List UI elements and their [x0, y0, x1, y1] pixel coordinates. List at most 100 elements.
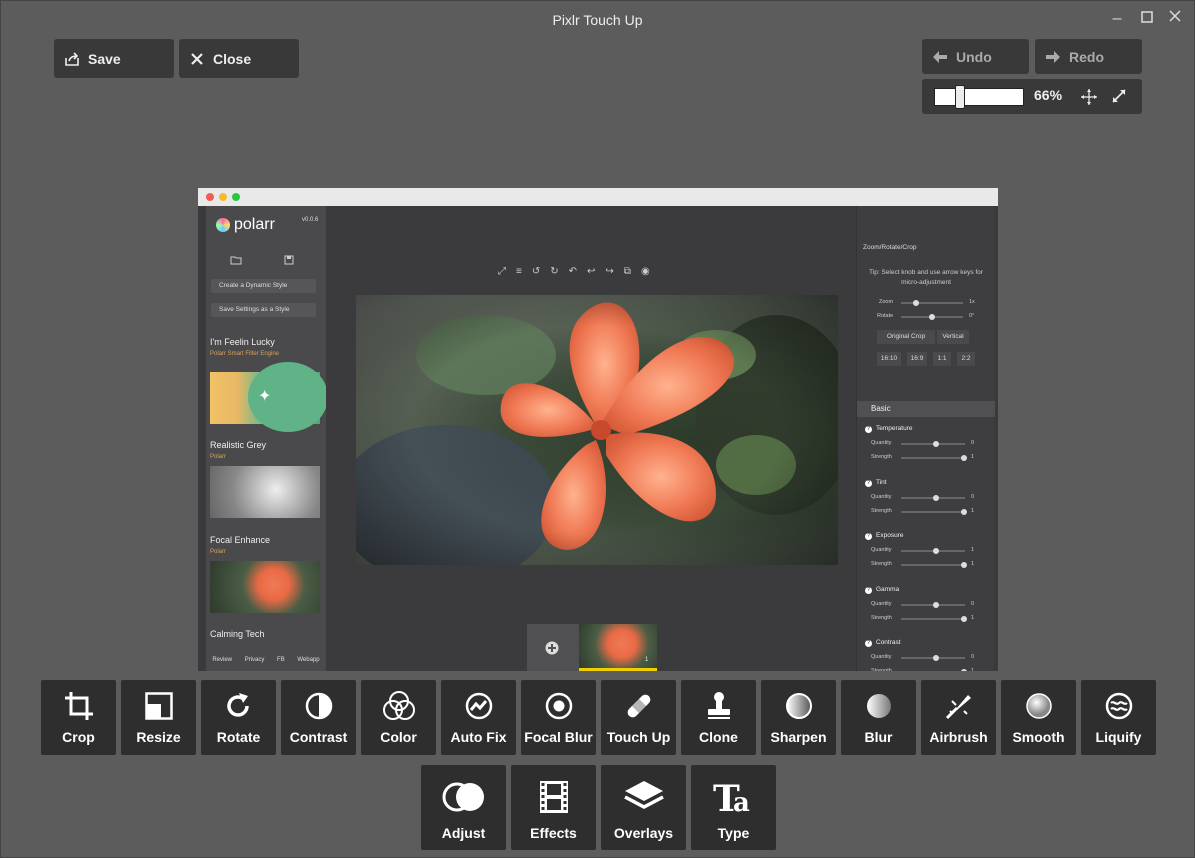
tool-liquify[interactable]: Liquify: [1081, 680, 1156, 755]
section-name: Gamma: [876, 585, 900, 593]
ratio-chip: 16:10: [877, 352, 901, 366]
zoom-slider-knob[interactable]: [955, 85, 965, 109]
rp-zoom-knob: [913, 300, 919, 306]
category-overlays[interactable]: Overlays: [601, 765, 686, 850]
tool-auto-fix[interactable]: Auto Fix: [441, 680, 516, 755]
tool-label: Rotate: [216, 729, 261, 745]
strength-label: Strength: [871, 561, 892, 567]
strength-knob: [961, 615, 967, 622]
sharpen-icon: [782, 689, 816, 723]
film-thumbnail: [579, 624, 657, 671]
category-label: Overlays: [613, 825, 674, 841]
add-photo-icon: [545, 641, 559, 660]
tool-label: Sharpen: [770, 729, 827, 745]
tool-label: Focal Blur: [524, 729, 593, 745]
zoom-panel: 66%: [922, 79, 1142, 114]
fit-screen-icon[interactable]: [1079, 87, 1099, 112]
film-icon: [532, 777, 576, 817]
tool-clone[interactable]: Clone: [681, 680, 756, 755]
undo-all-icon: ↶: [568, 266, 578, 277]
film-count: 1: [645, 657, 649, 663]
image-canvas[interactable]: polarr v0.0.6 Create a Dynamic Style Sav…: [198, 188, 998, 671]
quantity-value: 0: [971, 440, 975, 446]
help-icon: ?: [865, 479, 872, 487]
undo-button[interactable]: Undo: [922, 39, 1029, 74]
polarr-logo: polarr: [216, 216, 275, 234]
polarr-right-panel: Zoom/Rotate/Crop Tip: Select knob and us…: [856, 206, 995, 671]
vertical-chip: Vertical: [937, 330, 969, 344]
airbrush-icon: [942, 689, 976, 723]
tool-label: Auto Fix: [450, 729, 507, 745]
tool-touch-up[interactable]: Touch Up: [601, 680, 676, 755]
ratio-chip: 2:2: [957, 352, 975, 366]
polarr-left-panel: polarr v0.0.6 Create a Dynamic Style Sav…: [206, 206, 328, 671]
align-icon: ≡: [516, 266, 522, 277]
tool-sharpen[interactable]: Sharpen: [761, 680, 836, 755]
strength-knob: [961, 669, 967, 671]
tool-smooth[interactable]: Smooth: [1001, 680, 1076, 755]
category-adjust[interactable]: Adjust: [421, 765, 506, 850]
quantity-label: Quantity: [871, 600, 892, 607]
version-label: v0.0.6: [302, 217, 319, 223]
tool-label: Crop: [62, 729, 95, 745]
basic-section-header: Basic: [857, 401, 995, 417]
tool-resize[interactable]: Resize: [121, 680, 196, 755]
save-label: Save: [88, 50, 121, 67]
smooth-icon: [1022, 689, 1056, 723]
strength-label: Strength: [871, 614, 892, 621]
quantity-label: Quantity: [871, 547, 892, 553]
strength-value: 1: [971, 454, 975, 460]
category-type[interactable]: Ta Type: [691, 765, 776, 850]
magic-wand-icon: ✦: [258, 388, 272, 405]
lucky-thumbnail: ✦: [210, 362, 328, 432]
maximize-icon[interactable]: [1137, 9, 1157, 29]
mac-titlebar: [198, 188, 998, 206]
strength-track: [901, 617, 965, 620]
fullscreen-icon[interactable]: [1110, 87, 1128, 110]
tool-focal-blur[interactable]: Focal Blur: [521, 680, 596, 755]
create-style-button: Create a Dynamic Style: [211, 279, 316, 293]
style-subtitle: Polarr: [210, 454, 227, 460]
redo-button[interactable]: Redo: [1035, 39, 1142, 74]
footer-link: Privacy: [244, 657, 265, 663]
folder-icon: [230, 252, 242, 270]
tool-crop[interactable]: Crop: [41, 680, 116, 755]
category-row: Adjust Effects Overlays Ta Type: [421, 765, 776, 850]
zoom-slider[interactable]: [934, 85, 1024, 109]
resize-icon: [142, 689, 176, 723]
footer-link: Webapp: [297, 657, 320, 663]
strength-value: 1: [971, 507, 975, 514]
help-icon: ?: [865, 533, 872, 540]
quantity-label: Quantity: [871, 440, 892, 446]
category-label: Effects: [530, 825, 577, 841]
minimize-icon[interactable]: –: [1107, 9, 1127, 29]
strength-track: [901, 457, 965, 459]
close-icon[interactable]: [1165, 9, 1185, 29]
basic-label: Basic: [871, 404, 891, 413]
style-subtitle: Polarr: [210, 549, 227, 555]
category-effects[interactable]: Effects: [511, 765, 596, 850]
footer-link: Review: [212, 657, 233, 663]
tool-blur[interactable]: Blur: [841, 680, 916, 755]
ratio-chip: 1:1: [933, 352, 951, 366]
zoom-value: 66%: [1034, 87, 1063, 103]
section-name: Contrast: [876, 639, 901, 646]
focal-thumbnail: [210, 561, 320, 613]
tool-contrast[interactable]: Contrast: [281, 680, 356, 755]
undo-label: Undo: [956, 48, 992, 65]
svg-text:a: a: [733, 788, 750, 816]
adjust-section-title: ? Exposure: [865, 532, 903, 540]
quantity-value: 0: [971, 493, 975, 500]
strength-knob: [961, 508, 967, 515]
help-icon: ?: [865, 586, 872, 594]
tool-airbrush[interactable]: Airbrush: [921, 680, 996, 755]
strength-label: Strength: [871, 454, 892, 460]
close-button[interactable]: Close: [179, 39, 299, 78]
category-label: Type: [717, 825, 750, 841]
tool-color[interactable]: Color: [361, 680, 436, 755]
tool-rotate[interactable]: Rotate: [201, 680, 276, 755]
save-button[interactable]: Save: [54, 39, 174, 78]
expand-icon: ⤢: [498, 266, 506, 277]
help-icon: ?: [865, 426, 872, 433]
share-icon: [64, 51, 80, 67]
